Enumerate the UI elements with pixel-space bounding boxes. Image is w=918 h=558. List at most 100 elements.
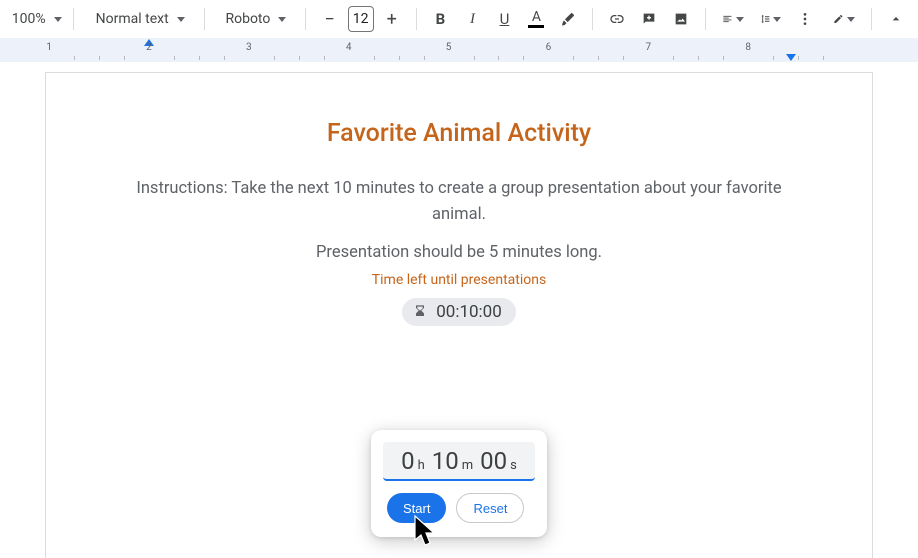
text-color-letter: A [532,10,541,24]
ruler-tick [498,56,499,60]
ruler-tick [274,56,275,60]
separator [305,8,306,30]
link-icon [609,10,625,28]
align-left-icon [722,10,733,28]
chevron-down-icon [847,17,855,22]
insert-link-button[interactable] [603,5,631,33]
bold-button[interactable]: B [426,5,454,33]
right-indent-marker[interactable] [786,54,796,61]
reset-button[interactable]: Reset [456,493,524,523]
document-paragraph[interactable]: Instructions: Take the next 10 minutes t… [118,176,800,227]
line-spacing-dropdown[interactable] [754,5,788,33]
ruler-tick [798,56,799,60]
ruler-tick [99,56,100,60]
highlight-color-button[interactable] [554,5,582,33]
more-vertical-icon [797,10,813,28]
increase-font-size-button[interactable]: + [378,5,406,33]
hourglass-icon [412,303,428,321]
ruler-tick [399,56,400,60]
paragraph-style-value: Normal text [96,11,169,27]
chevron-down-icon [736,17,744,22]
align-dropdown[interactable] [716,5,750,33]
text-color-swatch [528,25,544,28]
image-icon [673,10,689,28]
ruler-tick [374,56,375,60]
ruler-number: 6 [546,42,552,53]
timer-seconds-unit: s [510,459,517,472]
ruler-tick [424,56,425,60]
add-comment-button[interactable] [635,5,663,33]
ruler-number: 4 [346,42,352,53]
ruler[interactable]: 1 2 3 4 5 6 7 8 [0,38,918,62]
document-area: Favorite Animal Activity Instructions: T… [0,62,918,558]
ruler-number: 2 [146,42,152,53]
chevron-down-icon [177,17,185,22]
separator [705,8,706,30]
separator [73,8,74,30]
ruler-tick [623,56,624,60]
editing-mode-dropdown[interactable] [827,5,861,33]
ruler-tick [823,56,824,60]
timer-display-input[interactable]: 0 h 10 m 00 s [383,442,535,481]
timer-hours-unit: h [418,459,425,472]
chevron-down-icon [54,17,62,22]
decrease-font-size-button[interactable]: − [316,5,344,33]
document-title[interactable]: Favorite Animal Activity [118,119,800,148]
chevron-down-icon [773,17,781,22]
separator [204,8,205,30]
chevron-up-icon [888,11,904,27]
start-button[interactable]: Start [387,493,446,523]
timer-minutes-value: 10 [432,449,459,473]
timer-minutes-unit: m [462,459,473,472]
ruler-tick [573,56,574,60]
separator [592,8,593,30]
zoom-dropdown[interactable]: 100% [8,5,63,33]
ruler-tick [174,56,175,60]
ruler-tick [324,56,325,60]
ruler-number: 7 [645,42,651,53]
timer-hours-value: 0 [401,449,415,473]
ruler-number: 1 [46,42,52,53]
document-paragraph[interactable]: Presentation should be 5 minutes long. [118,243,800,262]
comment-plus-icon [641,10,657,28]
timer-seconds-value: 00 [480,449,507,473]
chevron-down-icon [278,17,286,22]
font-size-input[interactable]: 12 [348,6,374,32]
separator [871,8,872,30]
timer-popover: 0 h 10 m 00 s Start Reset [371,430,547,537]
ruler-tick [698,56,699,60]
timer-label[interactable]: Time left until presentations [118,272,800,288]
timer-chip[interactable]: 00:10:00 [402,298,516,326]
ruler-tick [224,56,225,60]
separator [416,8,417,30]
underline-button[interactable]: U [490,5,518,33]
ruler-tick [299,56,300,60]
zoom-value: 100% [12,11,46,27]
paragraph-style-dropdown[interactable]: Normal text [84,5,194,33]
ruler-tick [673,56,674,60]
ruler-tick [773,56,774,60]
font-size-value: 12 [353,11,369,27]
line-spacing-icon [760,10,771,28]
font-family-dropdown[interactable]: Roboto [215,5,295,33]
more-toolbar-button[interactable] [791,5,819,33]
ruler-number: 3 [246,42,252,53]
toolbar: 100% Normal text Roboto − 12 + B I U A [0,0,918,38]
text-color-button[interactable]: A [522,5,550,33]
ruler-tick [124,56,125,60]
pencil-icon [833,10,844,28]
highlighter-icon [560,10,576,28]
ruler-tick [74,56,75,60]
ruler-tick [598,56,599,60]
ruler-tick [523,56,524,60]
font-family-value: Roboto [225,11,270,27]
ruler-tick [474,56,475,60]
ruler-number: 5 [446,42,452,53]
italic-button[interactable]: I [458,5,486,33]
expand-toolbar-button[interactable] [882,5,910,33]
ruler-tick [199,56,200,60]
ruler-tick [723,56,724,60]
insert-image-button[interactable] [667,5,695,33]
ruler-number: 8 [745,42,751,53]
timer-chip-value: 00:10:00 [436,302,502,322]
